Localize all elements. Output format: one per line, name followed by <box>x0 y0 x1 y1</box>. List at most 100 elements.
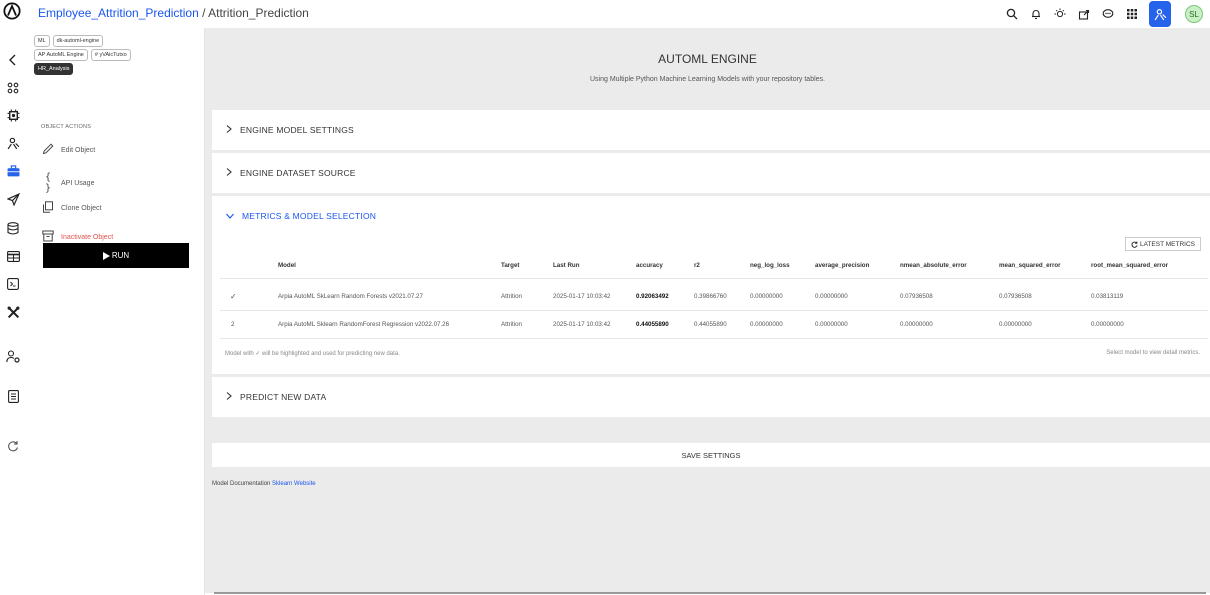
chevron-down-icon <box>226 211 234 221</box>
tag-engine-name[interactable]: AP AutoML Engine <box>34 49 88 61</box>
cell-last-run: 2025-01-17 10:03:42 <box>553 293 611 300</box>
section-title: METRICS & MODEL SELECTION <box>242 211 377 221</box>
page-header: AUTOML ENGINE Using Multiple Python Mach… <box>205 28 1210 100</box>
search-icon[interactable] <box>1001 3 1023 25</box>
apps-icon[interactable] <box>3 78 23 98</box>
column-header-accuracy[interactable]: accuracy <box>636 262 663 269</box>
row-divider <box>220 310 1208 311</box>
detail-metrics-note: Select model to view detail metrics. <box>1106 350 1200 356</box>
top-bar: Employee_Attrition_Prediction / Attritio… <box>0 0 1210 28</box>
app-logo-icon[interactable] <box>3 2 21 20</box>
selected-check-icon[interactable]: ✓ <box>230 292 237 301</box>
chat-icon[interactable] <box>1097 3 1119 25</box>
back-icon[interactable] <box>3 50 23 70</box>
column-header-neg-log-loss[interactable]: neg_log_loss <box>750 262 790 269</box>
section-predict-new-data[interactable]: PREDICT NEW DATA <box>212 377 1210 417</box>
column-header-average-precision[interactable]: average_precision <box>815 262 869 269</box>
breadcrumb-project-link[interactable]: Employee_Attrition_Prediction <box>38 6 199 20</box>
inactivate-object-label: Inactivate Object <box>61 234 114 241</box>
save-settings-button[interactable]: SAVE SETTINGS <box>212 443 1210 467</box>
tag-ml[interactable]: ML <box>34 35 50 47</box>
run-button[interactable]: RUN <box>43 243 189 268</box>
refresh-icon[interactable] <box>3 436 23 456</box>
cell-average-precision: 0.00000000 <box>815 321 848 328</box>
object-panel: ML dk-automl-engine AP AutoML Engine # y… <box>28 28 205 595</box>
chevron-right-icon <box>226 125 232 135</box>
avatar[interactable]: SL <box>1185 5 1203 23</box>
terminal-icon[interactable] <box>3 274 23 294</box>
section-engine-dataset-source[interactable]: ENGINE DATASET SOURCE <box>212 153 1210 193</box>
column-header-target[interactable]: Target <box>501 262 519 269</box>
section-title: ENGINE DATASET SOURCE <box>240 168 356 178</box>
tag-engine-id[interactable]: dk-automl-engine <box>52 35 104 47</box>
page-title: AUTOML ENGINE <box>658 52 757 66</box>
page-subtitle: Using Multiple Python Machine Learning M… <box>589 76 825 83</box>
cell-r2: 0.44055890 <box>694 321 727 328</box>
cell-accuracy: 0.92063492 <box>636 293 669 300</box>
edit-object-label: Edit Object <box>61 147 96 154</box>
column-header-root-mean-squared-error[interactable]: root_mean_squared_error <box>1091 262 1168 269</box>
object-actions-title: OBJECT ACTIONS <box>41 124 92 130</box>
chevron-right-icon <box>226 392 232 402</box>
refresh-icon <box>1131 241 1138 248</box>
cell-last-run: 2025-01-17 10:03:42 <box>553 321 611 328</box>
section-header[interactable]: ENGINE DATASET SOURCE <box>226 168 356 178</box>
cell-model: Arpia AutoML Sklearn RandomForest Regres… <box>278 321 450 328</box>
bell-icon[interactable] <box>1025 3 1047 25</box>
chip-icon[interactable] <box>3 105 23 125</box>
database-icon[interactable] <box>3 218 23 238</box>
clone-object-action[interactable]: Clone Object <box>41 201 101 216</box>
left-rail <box>0 28 28 595</box>
api-usage-label: API Usage <box>61 179 95 187</box>
section-header[interactable]: PREDICT NEW DATA <box>226 392 326 402</box>
column-header-nmean-absolute-error[interactable]: nmean_absolute_error <box>900 262 967 269</box>
cell-neg-log-loss: 0.00000000 <box>750 293 783 300</box>
grid-icon[interactable] <box>1121 3 1143 25</box>
breadcrumb-separator: / <box>198 6 209 20</box>
sklearn-website-link[interactable]: Sklearn Website <box>272 481 316 487</box>
object-tags: ML dk-automl-engine AP AutoML Engine # y… <box>34 35 202 77</box>
latest-metrics-button[interactable]: LATEST METRICS <box>1124 237 1201 251</box>
bottom-divider <box>214 592 1206 594</box>
book-icon[interactable] <box>3 386 23 406</box>
send-icon[interactable] <box>3 189 23 209</box>
user-icon[interactable] <box>1149 1 1171 27</box>
column-header-last-run[interactable]: Last Run <box>553 262 579 269</box>
bulb-icon[interactable] <box>1049 3 1071 25</box>
table-icon[interactable] <box>3 246 23 266</box>
copy-icon <box>41 201 55 216</box>
tools-icon[interactable] <box>3 302 23 322</box>
clone-object-label: Clone Object <box>61 205 102 212</box>
section-engine-model-settings[interactable]: ENGINE MODEL SETTINGS <box>212 110 1210 150</box>
cell-model: Arpia AutoML SkLearn Random Forests v202… <box>278 293 423 300</box>
section-header[interactable]: ENGINE MODEL SETTINGS <box>226 125 354 135</box>
play-icon <box>102 251 110 260</box>
column-header-mean-squared-error[interactable]: mean_squared_error <box>999 262 1061 269</box>
cell-r2: 0.39866760 <box>694 293 727 300</box>
row-divider <box>220 338 1208 339</box>
cell-target: Attrition <box>501 321 522 328</box>
cell-nmean-absolute-error: 0.00000000 <box>900 321 933 328</box>
metrics-table: LATEST METRICS Model Target Last Run acc… <box>212 237 1210 367</box>
section-header[interactable]: METRICS & MODEL SELECTION <box>226 211 376 221</box>
user-settings-icon[interactable] <box>3 346 23 366</box>
breadcrumb-current: Attrition_Prediction <box>208 6 309 20</box>
cell-mean-squared-error: 0.07936508 <box>999 293 1032 300</box>
pencil-icon <box>41 143 55 158</box>
tag-repository[interactable]: HR_Analysis <box>34 63 74 75</box>
latest-metrics-label: LATEST METRICS <box>1139 240 1195 248</box>
run-label: RUN <box>111 251 130 260</box>
share-icon[interactable] <box>1073 3 1095 25</box>
briefcase-icon[interactable] <box>3 161 23 181</box>
section-title: PREDICT NEW DATA <box>240 392 327 402</box>
header-divider <box>220 278 1208 279</box>
braces-icon: { } <box>44 172 52 194</box>
column-header-r2[interactable]: r2 <box>694 262 700 269</box>
cell-average-precision: 0.00000000 <box>815 293 848 300</box>
api-usage-action[interactable]: { } API Usage <box>41 172 94 194</box>
rank-number[interactable]: 2 <box>231 321 234 328</box>
tag-object-code[interactable]: # yVAicTutxo <box>90 49 131 61</box>
column-header-model[interactable]: Model <box>278 262 296 269</box>
user-network-icon[interactable] <box>3 133 23 153</box>
edit-object-action[interactable]: Edit Object <box>41 143 95 158</box>
